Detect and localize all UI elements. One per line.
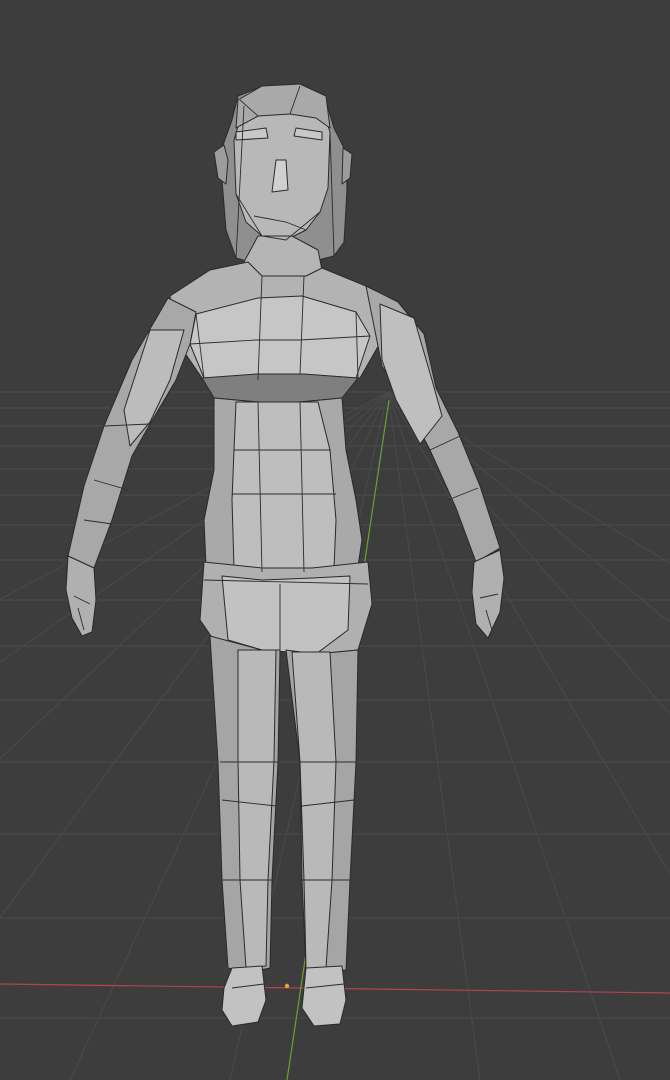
origin-point — [284, 983, 290, 989]
3d-viewport[interactable] — [0, 0, 670, 1080]
character-mesh — [65, 83, 505, 1027]
viewport-canvas — [0, 83, 670, 1080]
